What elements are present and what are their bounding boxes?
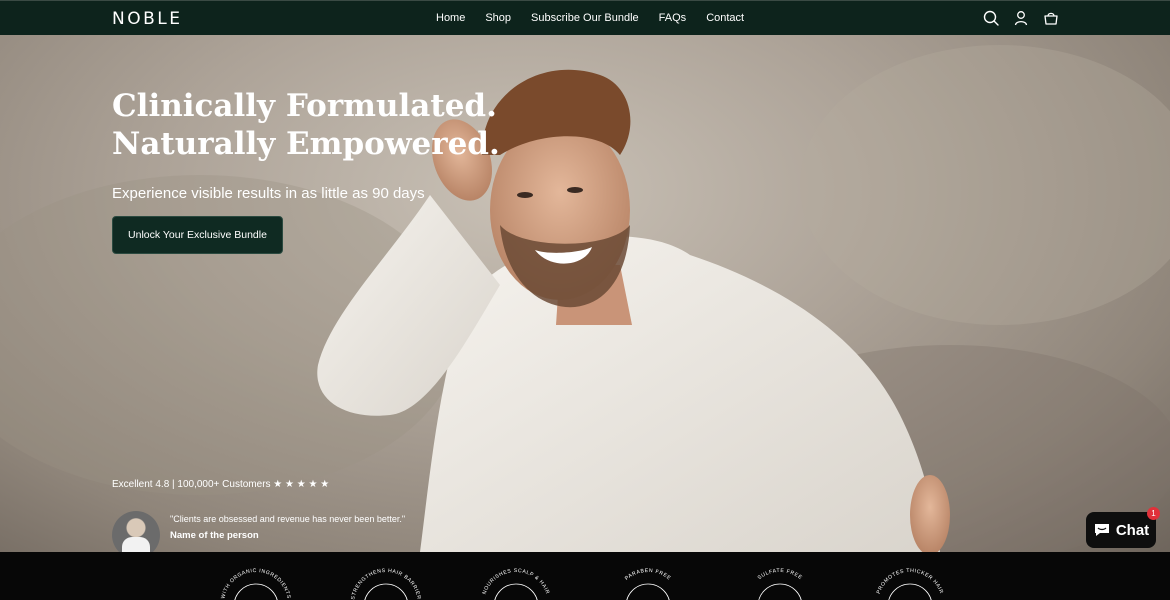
testimonial-quote: "Clients are obsessed and revenue has ne…	[170, 514, 406, 524]
badge-organic: WITH ORGANIC INGREDIENTS	[220, 568, 291, 600]
search-icon[interactable]	[982, 9, 1000, 27]
chat-button[interactable]: Chat	[1086, 512, 1156, 548]
nav-subscribe-bundle[interactable]: Subscribe Our Bundle	[531, 12, 639, 24]
avatar	[112, 511, 160, 552]
badge-sulfate-free: SULFATE FREE	[757, 568, 803, 600]
badge-nourishes-label: NOURISHES SCALP & HAIR	[482, 568, 550, 595]
hero-title-line-1: Clinically Formulated.	[112, 88, 497, 124]
badge-nourishes: NOURISHES SCALP & HAIR	[482, 568, 551, 600]
unlock-bundle-button[interactable]: Unlock Your Exclusive Bundle	[112, 216, 283, 254]
badge-thicker-hair: PROMOTES THICKER HAIR	[876, 568, 944, 600]
brand-logo[interactable]: NOBLE	[112, 9, 182, 29]
cart-icon[interactable]	[1042, 9, 1060, 27]
chat-label: Chat	[1115, 521, 1150, 539]
chat-notification-badge: 1	[1147, 507, 1160, 520]
hero-title-line-2: Naturally Empowered.	[112, 126, 500, 162]
svg-text:PROMOTES THICKER HAIR: PROMOTES THICKER HAIR	[876, 568, 944, 595]
chat-bubble-icon	[1094, 524, 1109, 536]
nav-home[interactable]: Home	[436, 12, 465, 24]
badge-strengthens: STRENGTHENS HAIR BARRIER	[350, 568, 421, 600]
site-header: NOBLE Home Shop Subscribe Our Bundle FAQ…	[0, 0, 1170, 35]
hero-subtitle: Experience visible results in as little …	[112, 185, 425, 202]
main-nav: Home Shop Subscribe Our Bundle FAQs Cont…	[436, 12, 744, 24]
svg-text:PARABEN FREE: PARABEN FREE	[624, 568, 672, 582]
svg-text:NOURISHES SCALP & HAIR: NOURISHES SCALP & HAIR	[482, 568, 551, 595]
testimonial-name: Name of the person	[170, 530, 259, 541]
badge-sulfate-free-label: SULFATE FREE	[757, 568, 803, 581]
nav-contact[interactable]: Contact	[706, 12, 744, 24]
badge-paraben-free: PARABEN FREE	[624, 568, 672, 600]
hero-section: Clinically Formulated. Naturally Empower…	[0, 35, 1170, 552]
hero-title: Clinically Formulated. Naturally Empower…	[112, 87, 532, 163]
svg-text:SULFATE FREE: SULFATE FREE	[757, 568, 803, 581]
benefit-badges-strip: WITH ORGANIC INGREDIENTS STRENGTHENS HAI…	[0, 552, 1170, 600]
testimonial: "Clients are obsessed and revenue has ne…	[112, 511, 452, 552]
header-actions	[982, 9, 1060, 27]
badge-thicker-hair-label: PROMOTES THICKER HAIR	[876, 568, 944, 595]
rating-summary: Excellent 4.8 | 100,000+ Customers ★ ★ ★…	[112, 479, 330, 490]
nav-faqs[interactable]: FAQs	[659, 12, 687, 24]
badge-paraben-free-label: PARABEN FREE	[624, 568, 671, 582]
account-icon[interactable]	[1012, 9, 1030, 27]
nav-shop[interactable]: Shop	[485, 12, 511, 24]
